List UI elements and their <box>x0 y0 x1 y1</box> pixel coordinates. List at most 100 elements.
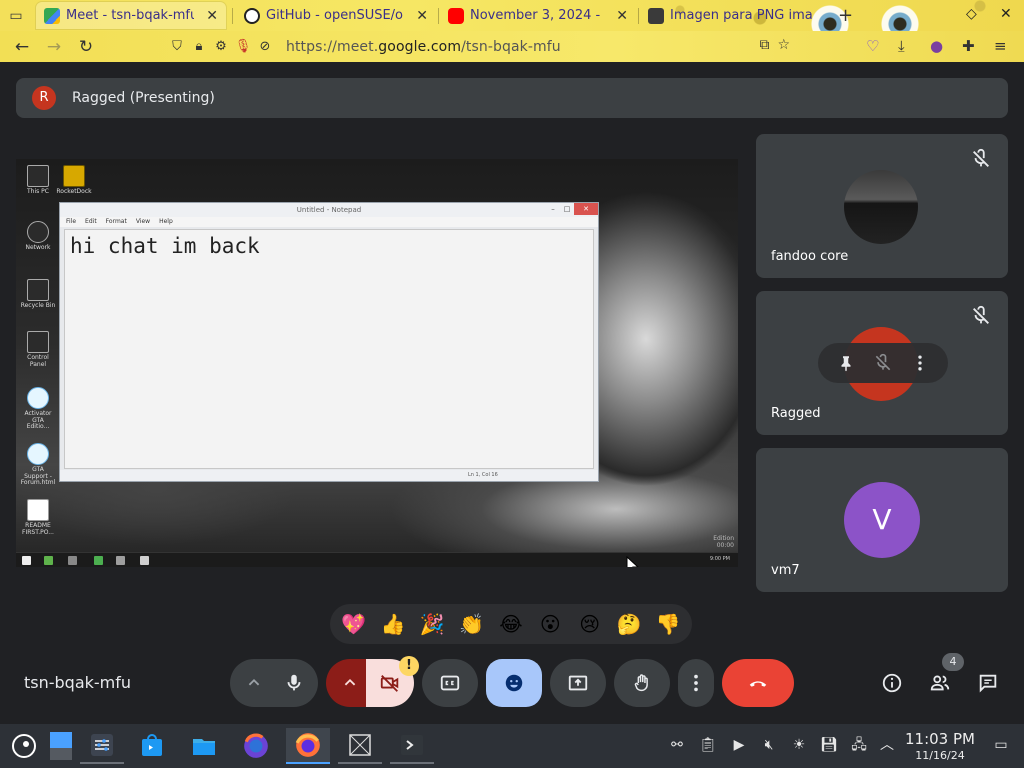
lock-icon[interactable]: 🔒︎ <box>190 38 208 56</box>
clock-date: 11/16/24 <box>915 749 965 762</box>
address-bar-actions: ⧉ ☆ <box>759 37 790 53</box>
people-icon <box>930 675 950 691</box>
brightness-icon[interactable]: ☀ <box>790 736 808 754</box>
chat-button[interactable] <box>968 659 1008 707</box>
picture-in-picture-icon[interactable]: ⧉ <box>759 37 769 53</box>
permissions-icon[interactable]: ⚙ <box>212 38 230 56</box>
taskbar-dolphin[interactable] <box>182 728 226 764</box>
reaction-thumbs-up[interactable]: 👍 <box>377 608 409 640</box>
volume-muted-icon[interactable]: 🔇︎ <box>760 736 778 754</box>
leave-call-button[interactable] <box>722 659 794 707</box>
captions-button[interactable] <box>422 659 478 707</box>
clock-time: 11:03 PM <box>905 730 975 748</box>
reaction-thumbs-down[interactable]: 👎 <box>652 608 684 640</box>
more-options-button[interactable] <box>678 659 714 707</box>
tab-youtube[interactable]: November 3, 2024 - Yo ✕ <box>440 2 636 29</box>
desktop-pager-icon <box>50 732 72 760</box>
taskbar-firefox-window[interactable] <box>286 728 330 764</box>
tab-github[interactable]: GitHub - openSUSE/op ✕ <box>236 2 436 29</box>
windows-clock: 9:00 PM <box>709 556 730 562</box>
kde-connect-icon[interactable]: ⚯ <box>668 736 686 754</box>
info-icon <box>882 673 902 693</box>
close-tab-icon[interactable]: ✕ <box>200 8 218 24</box>
new-tab-icon[interactable]: + <box>838 5 853 26</box>
reaction-party[interactable]: 🎉 <box>416 608 448 640</box>
reload-icon[interactable]: ↻ <box>74 35 98 59</box>
pin-icon[interactable] <box>835 352 857 374</box>
rocketdock-icon <box>63 165 85 187</box>
meeting-details-button[interactable] <box>872 659 912 707</box>
tab-meet[interactable]: Meet - tsn-bqak-mfu ✕ <box>36 2 226 29</box>
media-player-icon[interactable]: ▶ <box>730 736 748 754</box>
taskbar-firefox-launcher[interactable] <box>234 728 278 764</box>
reaction-clap[interactable]: 👏 <box>456 608 488 640</box>
participant-tile[interactable]: Ragged <box>756 291 1008 435</box>
hang-up-icon <box>749 681 767 687</box>
raise-hand-button[interactable] <box>614 659 670 707</box>
network-icon[interactable]: 🖧︎ <box>850 736 868 754</box>
terminal-icon <box>401 735 423 755</box>
bookmark-star-icon[interactable]: ☆ <box>777 37 790 53</box>
participant-name: Ragged <box>771 406 821 421</box>
reaction-sad[interactable]: 😢 <box>574 608 606 640</box>
taskbar-discover[interactable] <box>130 728 174 764</box>
windows-edition-text: Edition 00:00 <box>713 535 734 549</box>
clipboard-icon[interactable]: 📋︎ <box>699 736 717 754</box>
notepad-editor: hi chat im back <box>64 229 594 469</box>
menu-icon[interactable]: ≡ <box>994 37 1007 55</box>
url-text[interactable]: https://meet.google.com/tsn-bqak-mfu <box>286 39 561 55</box>
show-desktop-icon[interactable]: ▭ <box>992 736 1010 754</box>
file-manager-icon <box>193 739 215 755</box>
desktop-icon: This PC <box>20 165 56 196</box>
mute-participant-icon[interactable] <box>872 352 894 374</box>
taskbar-settings[interactable] <box>80 728 124 764</box>
back-arrow-icon[interactable]: ← <box>10 35 34 59</box>
forward-arrow-icon[interactable]: → <box>42 35 66 59</box>
minimize-icon[interactable]: ◇ <box>966 6 977 22</box>
spectacle-icon <box>349 734 371 756</box>
downloads-icon[interactable]: ⤓ <box>898 37 905 55</box>
close-tab-icon[interactable]: ✕ <box>410 8 428 24</box>
youtube-icon <box>448 7 464 24</box>
people-count-badge: 4 <box>942 653 964 671</box>
application-launcher-button[interactable] <box>2 728 46 764</box>
microphone-button[interactable] <box>270 659 318 707</box>
shared-screen[interactable]: This PC RocketDock Network Recycle Bin C… <box>16 159 738 567</box>
reaction-thinking[interactable]: 🤔 <box>613 608 645 640</box>
system-clock[interactable]: 11:03 PM 11/16/24 <box>900 730 980 762</box>
present-screen-button[interactable] <box>550 659 606 707</box>
show-hidden-icons-icon[interactable]: ︿ <box>878 736 896 754</box>
participant-avatar: V <box>844 482 920 558</box>
address-bar[interactable]: ⛉ 🔒︎ ⚙ 🎙︎ ⊘ https://meet.google.com/tsn-… <box>168 34 796 59</box>
tab-image[interactable]: Imagen para PNG ima <box>640 2 830 29</box>
tab-list-icon[interactable]: ▭ <box>6 6 26 26</box>
account-icon[interactable]: ● <box>930 37 943 55</box>
participant-tile[interactable]: fandoo core <box>756 134 1008 278</box>
meeting-code: tsn-bqak-mfu <box>24 673 132 692</box>
pocket-icon[interactable]: ♡ <box>866 37 879 55</box>
more-options-icon[interactable] <box>909 352 931 374</box>
camera-blocked-icon[interactable]: ⊘ <box>256 38 274 56</box>
virtual-desktop-pager[interactable] <box>46 728 76 764</box>
microphone-icon[interactable]: 🎙︎ <box>234 38 252 56</box>
menu-edit: Edit <box>85 218 97 225</box>
close-window-icon[interactable]: ✕ <box>1000 6 1012 22</box>
camera-warning-badge: ! <box>399 656 419 676</box>
participant-tile[interactable]: V vm7 <box>756 448 1008 592</box>
taskbar-terminal[interactable] <box>390 728 434 764</box>
reaction-heart[interactable]: 💖 <box>338 608 370 640</box>
reactions-button[interactable] <box>486 659 542 707</box>
reaction-surprised[interactable]: 😮 <box>534 608 566 640</box>
shield-icon[interactable]: ⛉ <box>168 38 186 56</box>
tab-title: GitHub - openSUSE/op <box>266 8 405 23</box>
internet-explorer-icon <box>27 387 49 409</box>
browser-tab-strip: ▭ Meet - tsn-bqak-mfu ✕ GitHub - openSUS… <box>0 0 1024 31</box>
captions-icon <box>440 675 460 691</box>
reaction-laugh[interactable]: 😂 <box>495 608 527 640</box>
disks-icon[interactable]: 💾︎ <box>820 736 838 754</box>
close-tab-icon[interactable]: ✕ <box>610 8 628 24</box>
extensions-icon[interactable]: ✚ <box>962 37 975 55</box>
taskbar-screenshot-app[interactable] <box>338 728 382 764</box>
url-path: /tsn-bqak-mfu <box>461 38 561 55</box>
notepad-cursor-position: Ln 1, Col 16 <box>468 472 498 478</box>
